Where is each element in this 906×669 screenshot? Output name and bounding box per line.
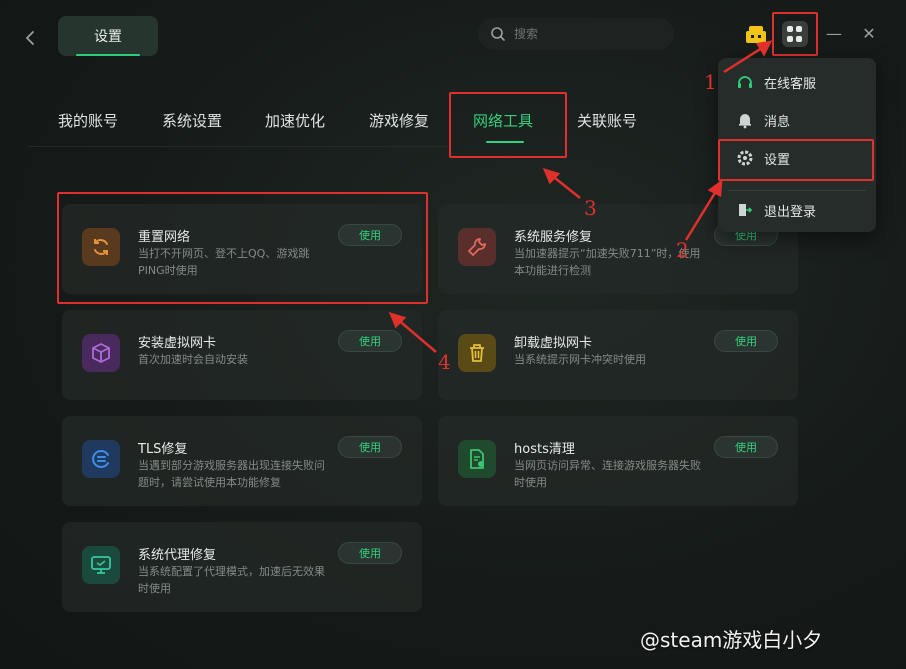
watermark-text: @steam游戏白小夕 bbox=[640, 628, 823, 652]
watermark: @steam游戏白小夕 bbox=[640, 624, 822, 653]
annotation-arrows bbox=[388, 40, 773, 353]
annotation-number: 1 bbox=[704, 70, 717, 94]
annotation-number: 2 bbox=[676, 238, 689, 262]
annotation-number: 3 bbox=[584, 196, 597, 220]
annotation-number: 4 bbox=[438, 350, 451, 374]
